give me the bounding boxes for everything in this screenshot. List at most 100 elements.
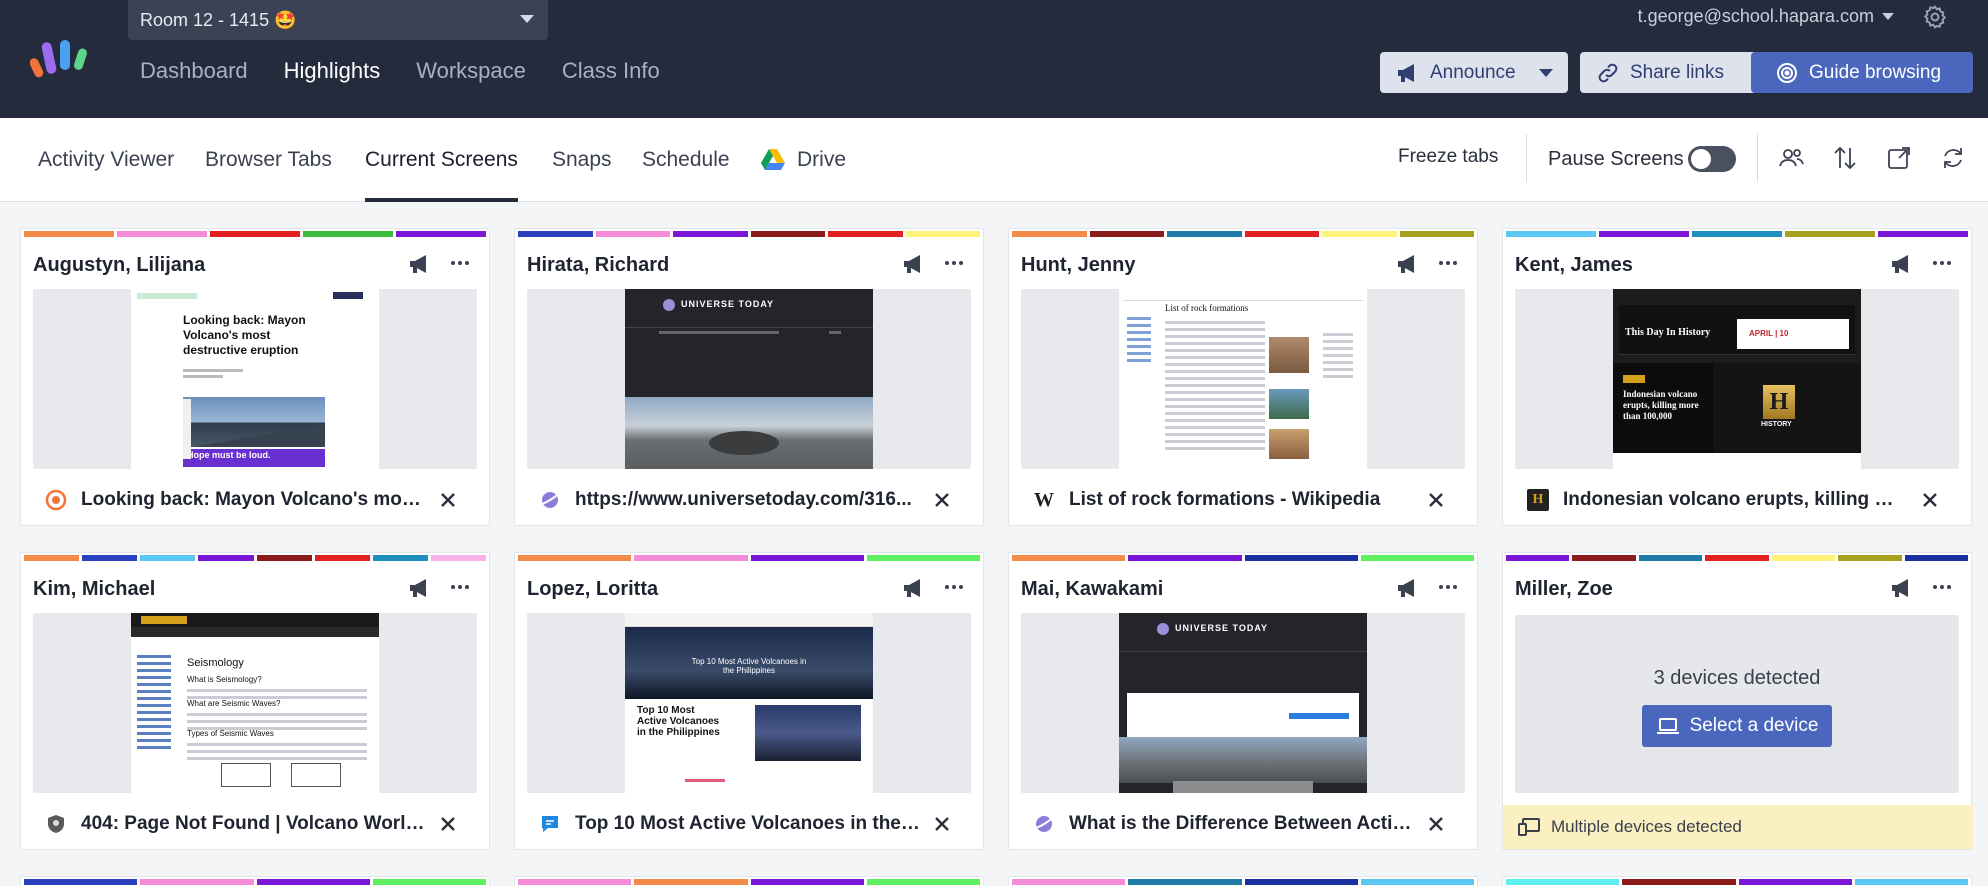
tab-schedule[interactable]: Schedule (642, 148, 730, 202)
current-tab-title[interactable]: https://www.universetoday.com/316... (575, 489, 921, 511)
current-tab-row: What is the Difference Between Active an… (1009, 805, 1479, 845)
screen-thumbnail[interactable]: Seismology What is Seismology? What are … (33, 613, 477, 793)
more-options-icon[interactable] (1931, 253, 1953, 273)
tab-color-stripes (1012, 879, 1474, 885)
tab-drive[interactable]: Drive (797, 148, 846, 202)
close-icon[interactable] (437, 489, 459, 511)
sub-nav: Activity Viewer Browser Tabs Current Scr… (0, 118, 1988, 202)
screen-thumbnail[interactable]: UNIVERSE TODAY (1021, 613, 1465, 793)
nav-workspace[interactable]: Workspace (416, 58, 526, 84)
announce-dropdown-chevron-icon[interactable] (1524, 52, 1568, 93)
more-options-icon[interactable] (943, 253, 965, 273)
student-name: Lopez, Loritta (527, 578, 659, 600)
more-options-icon[interactable] (449, 577, 471, 597)
tab-snaps[interactable]: Snaps (552, 148, 612, 202)
groups-icon[interactable] (1777, 144, 1805, 172)
tab-activity-viewer[interactable]: Activity Viewer (38, 148, 174, 202)
tab-color-stripe (372, 879, 486, 885)
megaphone-icon[interactable] (1889, 253, 1915, 275)
tab-current-screens[interactable]: Current Screens (365, 148, 518, 202)
tab-color-stripe (1638, 555, 1703, 561)
nav-highlights[interactable]: Highlights (284, 58, 381, 84)
tab-color-stripe (750, 231, 825, 237)
account-menu[interactable]: t.george@school.hapara.com (1638, 6, 1894, 27)
megaphone-icon[interactable] (407, 577, 433, 599)
freeze-tabs-button[interactable]: Freeze tabs (1398, 146, 1498, 168)
more-options-icon[interactable] (1437, 253, 1459, 273)
tab-color-stripe (1838, 555, 1902, 561)
refresh-icon[interactable] (1939, 144, 1967, 172)
tab-color-stripe (1012, 879, 1126, 885)
tab-color-stripes (24, 879, 486, 885)
tab-color-stripe (673, 231, 748, 237)
megaphone-icon[interactable] (901, 577, 927, 599)
screen-thumbnail[interactable]: Looking back: Mayon Volcano's most destr… (33, 289, 477, 469)
current-tab-title[interactable]: Indonesian volcano erupts, killing more … (1563, 489, 1909, 511)
class-selector[interactable]: Room 12 - 1415 🤩 (128, 0, 548, 40)
tab-browser-tabs[interactable]: Browser Tabs (205, 148, 332, 202)
tab-color-stripe (1012, 555, 1126, 561)
tab-color-stripes (1506, 231, 1968, 237)
close-icon[interactable] (931, 489, 953, 511)
more-options-icon[interactable] (943, 577, 965, 597)
tab-color-stripe (750, 555, 864, 561)
megaphone-icon[interactable] (1395, 577, 1421, 599)
nav-class-info[interactable]: Class Info (562, 58, 660, 84)
chevron-down-icon (520, 15, 534, 23)
close-icon[interactable] (1919, 489, 1941, 511)
devices-panel: 3 devices detected Select a device (1515, 615, 1959, 793)
close-icon[interactable] (437, 813, 459, 835)
tab-color-stripe (634, 879, 748, 885)
laptop-icon (1656, 718, 1679, 734)
gear-icon[interactable] (1922, 4, 1948, 30)
screen-thumbnail[interactable]: This Day In History APRIL | 10 Indonesia… (1515, 289, 1959, 469)
share-links-button[interactable]: Share links (1580, 52, 1758, 93)
megaphone-icon[interactable] (407, 253, 433, 275)
more-options-icon[interactable] (1931, 577, 1953, 597)
more-options-icon[interactable] (449, 253, 471, 273)
tab-color-stripe (303, 231, 393, 237)
screen-thumbnail[interactable]: Top 10 Most Active Volcanoes in the Phil… (527, 613, 971, 793)
current-tab-title[interactable]: What is the Difference Between Active an… (1069, 813, 1415, 835)
student-card: Kent, James This Day In History APRIL | … (1502, 228, 1972, 526)
universe-icon (541, 492, 559, 508)
tab-color-stripe (140, 879, 254, 885)
sort-icon[interactable] (1831, 144, 1859, 172)
close-icon[interactable] (931, 813, 953, 835)
tab-color-stripe (518, 231, 593, 237)
tab-color-stripe (198, 555, 254, 561)
multiple-devices-banner: Multiple devices detected (1503, 805, 1973, 849)
history-date: APRIL | 10 (1749, 329, 1789, 338)
pause-screens-toggle[interactable] (1688, 146, 1736, 172)
share-links-label: Share links (1630, 61, 1724, 83)
screen-thumbnail[interactable]: UNIVERSE TODAY (527, 289, 971, 469)
current-tab-title[interactable]: List of rock formations - Wikipedia (1069, 489, 1415, 511)
current-tab-title[interactable]: Looking back: Mayon Volcano's most destr… (81, 489, 427, 511)
shield-icon (48, 815, 64, 833)
tab-color-stripe (828, 231, 903, 237)
external-open-icon[interactable] (1885, 144, 1913, 172)
megaphone-icon[interactable] (1395, 253, 1421, 275)
current-tab-title[interactable]: Top 10 Most Active Volcanoes in the Phil… (575, 813, 921, 835)
announce-button[interactable]: Announce (1380, 52, 1568, 93)
tab-color-stripe (1360, 879, 1474, 885)
megaphone-icon[interactable] (901, 253, 927, 275)
close-icon[interactable] (1425, 489, 1447, 511)
nav-dashboard[interactable]: Dashboard (140, 58, 248, 84)
ad-banner-text: Hope must be loud. (183, 449, 325, 467)
tab-color-stripe (1572, 555, 1636, 561)
current-tab-title[interactable]: 404: Page Not Found | Volcano World | Or… (81, 813, 427, 835)
tab-color-stripe (1771, 555, 1836, 561)
close-icon[interactable] (1425, 813, 1447, 835)
tab-color-stripe (518, 879, 632, 885)
select-device-button[interactable]: Select a device (1642, 705, 1832, 747)
seismology-title: Seismology (187, 657, 244, 669)
chevron-down-icon (1882, 13, 1894, 20)
megaphone-icon[interactable] (1889, 577, 1915, 599)
guide-browsing-button[interactable]: Guide browsing (1751, 52, 1973, 93)
mayon-headline: Looking back: Mayon Volcano's most destr… (183, 313, 306, 357)
more-options-icon[interactable] (1437, 577, 1459, 597)
account-email: t.george@school.hapara.com (1637, 6, 1874, 26)
history-icon: H (1527, 489, 1549, 511)
screen-thumbnail[interactable]: List of rock formations (1021, 289, 1465, 469)
